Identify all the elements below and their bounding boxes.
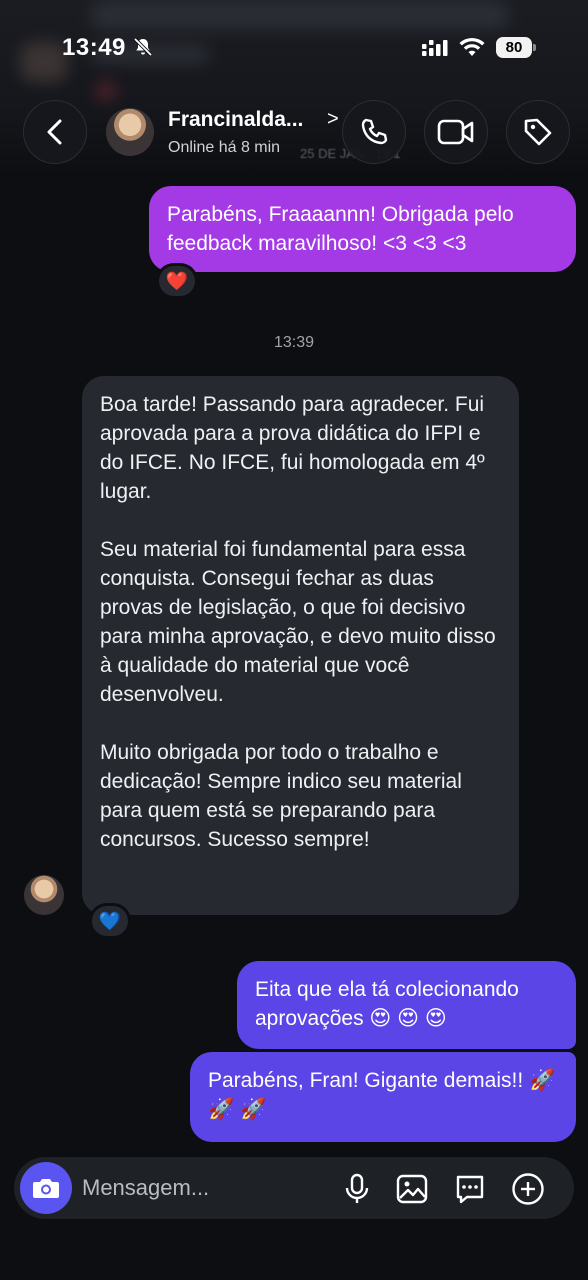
message-input[interactable] xyxy=(82,1174,332,1202)
microphone-icon xyxy=(345,1173,369,1203)
microphone-button[interactable] xyxy=(340,1172,374,1206)
phone-icon xyxy=(361,118,388,145)
message-paragraph: Muito obrigada por todo o trabalho e ded… xyxy=(100,741,462,851)
chat-bubble-icon xyxy=(456,1175,484,1204)
battery-indicator: 80 xyxy=(496,37,536,59)
message-timestamp: 13:39 xyxy=(273,334,315,351)
contact-avatar[interactable] xyxy=(106,108,154,156)
contact-status: Online há 8 min xyxy=(168,139,281,156)
chevron-left-icon xyxy=(47,119,62,145)
reaction-badge[interactable]: 💙 xyxy=(89,903,131,939)
message-bubble-outgoing[interactable]: Parabéns, Fraaaannn! Obrigada pelo feedb… xyxy=(149,186,576,272)
video-call-button[interactable] xyxy=(424,100,488,164)
add-button[interactable] xyxy=(511,1172,545,1206)
battery-level: 80 xyxy=(496,37,532,58)
heart-reaction-icon: ❤️ xyxy=(165,270,189,291)
chat-screen: 13:49 80 25 DE JAN., xyxy=(0,0,588,1280)
sticker-button[interactable] xyxy=(453,1172,487,1206)
status-bar: 13:49 80 xyxy=(0,0,588,96)
camera-button[interactable] xyxy=(20,1162,72,1214)
sender-avatar[interactable] xyxy=(24,875,64,915)
call-button[interactable] xyxy=(342,100,406,164)
plus-circle-icon xyxy=(512,1173,544,1205)
tag-button[interactable] xyxy=(506,100,570,164)
bell-muted-icon xyxy=(133,37,153,57)
message-composer xyxy=(14,1157,574,1219)
message-bubble-incoming[interactable]: Boa tarde! Passando para agradecer. Fui … xyxy=(82,376,519,915)
message-bubble-outgoing[interactable]: Parabéns, Fran! Gigante demais!! 🚀 🚀 🚀 xyxy=(190,1052,576,1142)
back-button[interactable] xyxy=(23,100,87,164)
battery-tip xyxy=(533,44,536,51)
reaction-badge[interactable]: ❤️ xyxy=(156,263,198,299)
camera-icon xyxy=(33,1179,59,1198)
contact-name[interactable]: Francinalda... xyxy=(168,108,303,132)
message-text: Eita que ela tá colecionando aprovações … xyxy=(255,978,519,1030)
wifi-icon xyxy=(459,37,485,56)
chevron-right-icon: > xyxy=(327,108,339,130)
message-bubble-outgoing[interactable]: Eita que ela tá colecionando aprovações … xyxy=(237,961,576,1049)
message-paragraph: Boa tarde! Passando para agradecer. Fui … xyxy=(100,393,485,503)
gallery-button[interactable] xyxy=(395,1172,429,1206)
video-icon xyxy=(437,119,474,145)
message-text: Parabéns, Fran! Gigante demais!! 🚀 🚀 🚀 xyxy=(208,1069,556,1121)
tag-icon xyxy=(524,118,552,146)
signal-icon xyxy=(422,40,448,56)
image-icon xyxy=(396,1174,428,1204)
message-text: Parabéns, Fraaaannn! Obrigada pelo feedb… xyxy=(167,203,514,255)
status-time: 13:49 xyxy=(62,34,126,61)
message-paragraph: Seu material foi fundamental para essa c… xyxy=(100,538,496,706)
blue-heart-reaction-icon: 💙 xyxy=(98,910,122,931)
